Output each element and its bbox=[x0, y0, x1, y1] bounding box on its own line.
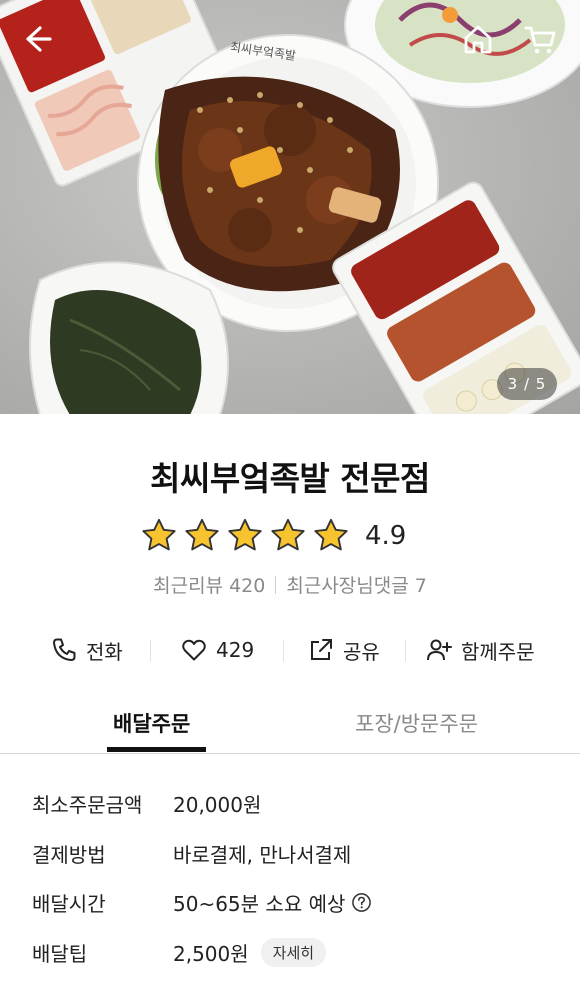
detail-value-wrap: 2,500원 자세히 bbox=[173, 937, 327, 967]
detail-label: 배달시간 bbox=[32, 891, 106, 916]
heart-icon bbox=[182, 639, 206, 661]
tab-delivery-order[interactable]: 배달주문 bbox=[113, 708, 190, 738]
call-label: 전화 bbox=[86, 639, 123, 664]
question-icon[interactable] bbox=[351, 892, 372, 913]
rating-row: 4.9 bbox=[140, 516, 406, 556]
cart-button[interactable] bbox=[523, 22, 557, 56]
owner-comments-link[interactable]: 최근사장님댓글 7 bbox=[286, 575, 427, 597]
share-label: 공유 bbox=[343, 639, 380, 664]
store-name: 최씨부엌족발 전문점 bbox=[150, 459, 430, 498]
like-button[interactable]: 429 bbox=[180, 630, 254, 670]
delivery-tip-row: 배달팁 2,500원 자세히 bbox=[32, 936, 327, 968]
active-tab-indicator bbox=[107, 747, 206, 752]
review-summary: 최근리뷰 420 최근사장님댓글 7 bbox=[0, 571, 580, 598]
arrow-left-icon bbox=[26, 26, 52, 52]
detail-label: 배달팁 bbox=[32, 941, 88, 966]
recent-reviews-link[interactable]: 최근리뷰 420 bbox=[153, 575, 265, 597]
divider bbox=[275, 576, 277, 594]
home-button[interactable] bbox=[461, 22, 495, 56]
rating-value: 4.9 bbox=[365, 521, 407, 551]
share-button[interactable]: 공유 bbox=[307, 630, 380, 670]
food-photo: 최씨부엌족발 bbox=[0, 0, 580, 414]
star-icon bbox=[185, 518, 219, 551]
phone-icon bbox=[53, 638, 76, 661]
cart-icon bbox=[524, 26, 556, 54]
star-icon bbox=[142, 518, 176, 551]
home-icon bbox=[464, 25, 492, 54]
min-order-row: 최소주문금액 20,000원 bbox=[32, 787, 261, 819]
tip-details-button[interactable]: 자세히 bbox=[260, 937, 327, 967]
add-person-icon bbox=[427, 639, 452, 661]
detail-value: 20,000원 bbox=[173, 792, 262, 817]
back-button[interactable] bbox=[20, 22, 54, 56]
detail-value-wrap: 50~65분 소요 예상 bbox=[173, 888, 372, 917]
order-type-tabs: 배달주문 포장/방문주문 bbox=[0, 700, 580, 754]
action-bar: 전화 429 공유 함께주문 bbox=[0, 630, 580, 670]
detail-value: 바로결제, 만나서결제 bbox=[173, 842, 352, 867]
detail-label: 최소주문금액 bbox=[32, 792, 143, 817]
divider bbox=[283, 640, 284, 662]
store-photo-carousel[interactable]: 최씨부엌족발 3 / 5 bbox=[0, 0, 580, 414]
star-icon bbox=[228, 518, 262, 551]
share-icon bbox=[311, 639, 332, 660]
detail-value: 2,500원 bbox=[173, 941, 249, 966]
star-icon bbox=[271, 518, 305, 551]
call-button[interactable]: 전화 bbox=[50, 630, 123, 670]
detail-value: 50~65분 소요 예상 bbox=[173, 891, 346, 916]
divider bbox=[150, 640, 151, 662]
tab-pickup-order[interactable]: 포장/방문주문 bbox=[355, 708, 478, 738]
group-order-label: 함께주문 bbox=[461, 639, 535, 664]
group-order-button[interactable]: 함께주문 bbox=[425, 630, 535, 670]
detail-label: 결제방법 bbox=[32, 842, 106, 867]
payment-method-row: 결제방법 바로결제, 만나서결제 bbox=[32, 837, 351, 869]
divider bbox=[405, 640, 406, 662]
like-count: 429 bbox=[216, 638, 255, 662]
star-icon bbox=[314, 518, 348, 551]
delivery-time-row: 배달시간 50~65분 소요 예상 bbox=[32, 886, 372, 918]
photo-page-indicator: 3 / 5 bbox=[497, 368, 557, 400]
